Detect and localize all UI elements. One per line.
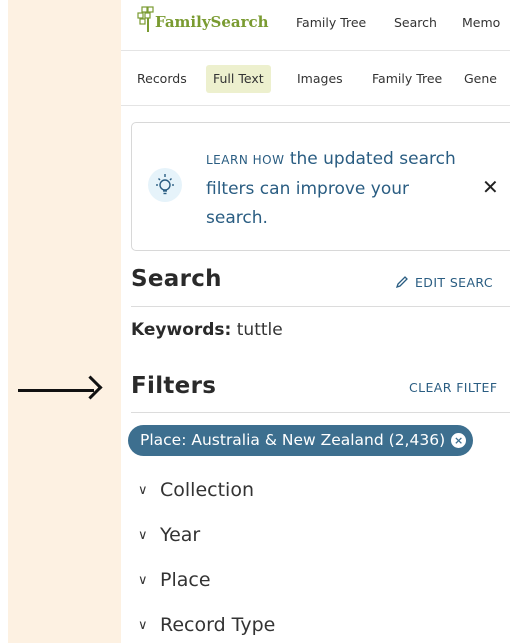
keywords-label: Keywords:	[131, 320, 232, 340]
tab-genealogies[interactable]: Gene	[464, 65, 497, 93]
nav-memories[interactable]: Memo	[462, 15, 500, 30]
tab-images[interactable]: Images	[297, 65, 343, 93]
screenshot-stage: FamilySearch Family Tree Search Memo Rec…	[0, 0, 510, 643]
info-banner: LEARN HOW the updated search filters can…	[131, 122, 510, 251]
chevron-down-icon: ∨	[138, 618, 148, 633]
chevron-down-icon: ∨	[138, 483, 148, 498]
facet-record-type-label: Record Type	[160, 614, 276, 636]
facet-collection-label: Collection	[160, 479, 254, 501]
filters-heading: Filters	[131, 373, 217, 399]
remove-filter-icon[interactable]: ×	[451, 433, 467, 448]
left-margin	[0, 0, 8, 643]
chevron-down-icon: ∨	[138, 528, 148, 543]
filters-divider	[131, 412, 510, 413]
place-filter-chip-label: Place: Australia & New Zealand (2,436)	[140, 431, 446, 449]
top-header: FamilySearch Family Tree Search Memo	[121, 0, 510, 51]
edit-search-link[interactable]: EDIT SEARC	[395, 275, 493, 290]
keywords-summary: Keywords: tuttle	[131, 320, 283, 340]
facet-record-type[interactable]: ∨ Record Type	[138, 614, 275, 636]
tab-family-tree[interactable]: Family Tree	[372, 65, 442, 93]
facet-place[interactable]: ∨ Place	[138, 569, 211, 591]
nav-search[interactable]: Search	[394, 15, 437, 30]
facet-year[interactable]: ∨ Year	[138, 524, 200, 546]
facet-place-label: Place	[160, 569, 211, 591]
place-filter-chip[interactable]: Place: Australia & New Zealand (2,436) ×	[128, 425, 474, 456]
search-divider	[131, 306, 510, 307]
clear-filters-link[interactable]: CLEAR FILTEF	[409, 380, 497, 395]
annotation-panel	[8, 0, 121, 643]
familysearch-app: FamilySearch Family Tree Search Memo Rec…	[121, 0, 510, 643]
facet-collection[interactable]: ∨ Collection	[138, 479, 254, 501]
keywords-value: tuttle	[231, 320, 283, 340]
chevron-down-icon: ∨	[138, 573, 148, 588]
logo-text[interactable]: FamilySearch	[155, 13, 269, 31]
tab-full-text[interactable]: Full Text	[206, 65, 271, 93]
learn-how-link[interactable]: LEARN HOW	[206, 153, 284, 167]
search-heading: Search	[131, 266, 222, 292]
facet-year-label: Year	[160, 524, 201, 546]
nav-family-tree[interactable]: Family Tree	[296, 15, 366, 30]
close-icon[interactable]: ✕	[482, 175, 499, 199]
tab-records[interactable]: Records	[137, 65, 187, 93]
lightbulb-icon	[148, 168, 182, 202]
banner-message: LEARN HOW the updated search filters can…	[206, 145, 476, 233]
edit-search-label: EDIT SEARC	[415, 275, 493, 290]
collection-tabs: Records Full Text Images Family Tree Gen…	[121, 51, 510, 106]
pencil-icon	[395, 276, 408, 289]
